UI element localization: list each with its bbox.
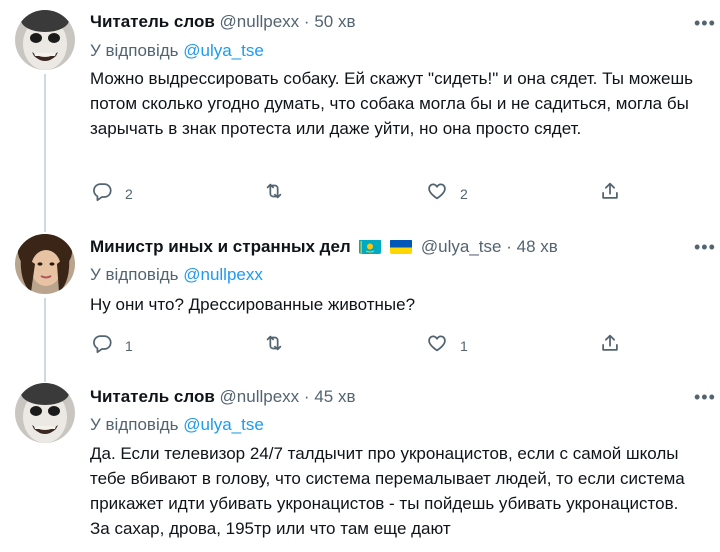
author-name[interactable]: Читатель слов (90, 12, 215, 31)
tweet-header: Министр иных и странных дел @ulya_tse · … (90, 236, 558, 258)
share-button[interactable] (599, 180, 621, 202)
reply-context: У відповідь @ulya_tse (90, 40, 264, 62)
tweet[interactable]: Министр иных и странных дел @ulya_tse · … (0, 222, 720, 372)
thread-line (44, 74, 46, 222)
more-options-icon[interactable]: ••• (694, 14, 716, 32)
timestamp[interactable]: 50 хв (314, 12, 355, 31)
retweet-icon (266, 335, 282, 351)
heart-icon (428, 335, 446, 352)
reply-context: У відповідь @nullpexx (90, 264, 263, 286)
more-options-icon[interactable]: ••• (694, 238, 716, 256)
timestamp[interactable]: 45 хв (314, 387, 355, 406)
retweet-icon (266, 183, 282, 199)
reply-prefix: У відповідь (90, 415, 179, 434)
ukraine-flag (390, 239, 413, 254)
thread-line (44, 298, 46, 372)
reply-prefix: У відповідь (90, 265, 179, 284)
share-button[interactable] (599, 332, 621, 354)
avatar[interactable] (15, 383, 75, 443)
tweet[interactable]: Читатель слов @nullpexx · 50 хв ••• У ві… (0, 0, 720, 222)
reply-prefix: У відповідь (90, 41, 179, 60)
reply-to-link[interactable]: @ulya_tse (183, 41, 264, 60)
thread-line (44, 372, 46, 382)
author-handle[interactable]: @nullpexx (220, 387, 300, 406)
retweet-button[interactable] (263, 332, 297, 354)
like-button[interactable]: 1 (426, 332, 468, 354)
tweet-text: Ну они что? Дрессированные животные? (90, 295, 416, 314)
like-count: 1 (460, 338, 468, 354)
reply-count: 2 (125, 186, 133, 202)
thread-line (44, 222, 46, 232)
author-name[interactable]: Читатель слов (90, 387, 215, 406)
reply-count: 1 (125, 338, 133, 354)
author-name[interactable]: Министр иных и странных дел (90, 237, 351, 256)
reply-to-link[interactable]: @ulya_tse (183, 415, 264, 434)
retweet-button[interactable] (263, 180, 297, 202)
tweet[interactable]: Читатель слов @nullpexx · 45 хв ••• У ві… (0, 372, 720, 552)
reply-context: У відповідь @ulya_tse (90, 414, 264, 436)
separator: · (506, 237, 512, 256)
reply-icon (93, 335, 112, 354)
share-icon (602, 182, 618, 199)
separator: · (303, 12, 310, 31)
author-handle[interactable]: @ulya_tse (421, 237, 502, 256)
tweet-header: Читатель слов @nullpexx · 50 хв (90, 11, 355, 33)
reply-icon (93, 183, 112, 202)
reply-to-link[interactable]: @nullpexx (183, 265, 263, 284)
author-handle[interactable]: @nullpexx (220, 12, 300, 31)
heart-icon (428, 183, 446, 200)
like-count: 2 (460, 186, 468, 202)
reply-button[interactable]: 2 (91, 180, 133, 202)
tweet-header: Читатель слов @nullpexx · 45 хв (90, 386, 355, 408)
avatar[interactable] (15, 234, 75, 294)
timestamp[interactable]: 48 хв (517, 237, 558, 256)
kazakhstan-flag (359, 239, 382, 254)
separator: · (303, 387, 310, 406)
reply-button[interactable]: 1 (91, 332, 133, 354)
share-icon (602, 334, 618, 351)
tweet-text: Да. Если телевизор 24/7 талдычит про укр… (90, 444, 685, 538)
like-button[interactable]: 2 (426, 180, 468, 202)
avatar[interactable] (15, 10, 75, 70)
tweet-text: Можно выдрессировать собаку. Ей скажут "… (90, 69, 693, 138)
more-options-icon[interactable]: ••• (694, 388, 716, 406)
